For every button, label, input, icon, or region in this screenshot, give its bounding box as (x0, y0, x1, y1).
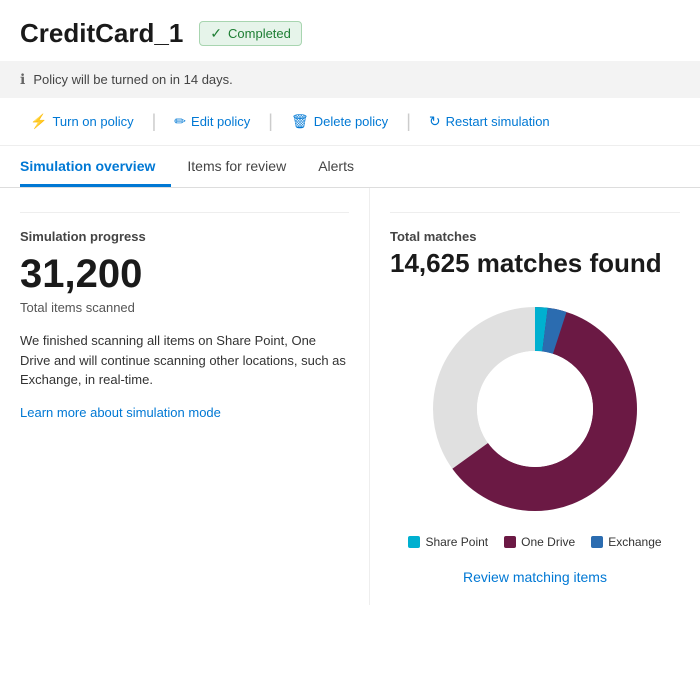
badge-label: Completed (228, 26, 291, 41)
legend-exchange: Exchange (591, 535, 661, 549)
tab-items-for-review[interactable]: Items for review (187, 146, 302, 187)
tab-alerts-label: Alerts (318, 158, 354, 174)
simulation-progress-label: Simulation progress (20, 229, 349, 244)
delete-policy-label: Delete policy (314, 114, 388, 129)
pencil-icon: ✏ (174, 113, 186, 130)
chart-legend: Share Point One Drive Exchange (390, 535, 680, 549)
total-matches-label: Total matches (390, 229, 680, 244)
banner-text: Policy will be turned on in 14 days. (33, 72, 232, 87)
divider (390, 212, 680, 213)
separator: | (406, 111, 411, 132)
sharepoint-legend-label: Share Point (425, 535, 488, 549)
divider (20, 212, 349, 213)
items-scanned-label: Total items scanned (20, 300, 349, 315)
info-banner: ℹ Policy will be turned on in 14 days. (0, 61, 700, 98)
learn-more-link[interactable]: Learn more about simulation mode (20, 405, 221, 420)
simulation-progress-panel: Simulation progress 31,200 Total items s… (0, 188, 370, 605)
lightning-icon: ⚡ (30, 113, 47, 130)
status-badge: ✓ Completed (199, 21, 302, 46)
turn-on-policy-button[interactable]: ⚡ Turn on policy (20, 108, 144, 135)
sharepoint-color-dot (408, 536, 420, 548)
restart-simulation-button[interactable]: ↻ Restart simulation (419, 108, 560, 135)
tab-bar: Simulation overview Items for review Ale… (0, 146, 700, 188)
info-icon: ℹ (20, 71, 25, 88)
onedrive-color-dot (504, 536, 516, 548)
total-matches-panel: Total matches 14,625 matches found (370, 188, 700, 605)
legend-sharepoint: Share Point (408, 535, 488, 549)
main-content: Simulation progress 31,200 Total items s… (0, 188, 700, 605)
legend-onedrive: One Drive (504, 535, 575, 549)
exchange-legend-label: Exchange (608, 535, 661, 549)
separator: | (268, 111, 273, 132)
edit-policy-label: Edit policy (191, 114, 250, 129)
page-title: CreditCard_1 (20, 18, 183, 49)
tab-alerts[interactable]: Alerts (318, 146, 370, 187)
donut-chart (425, 299, 645, 519)
tab-simulation-overview[interactable]: Simulation overview (20, 146, 171, 187)
scan-description: We finished scanning all items on Share … (20, 331, 349, 390)
matches-found-value: 14,625 matches found (390, 248, 680, 279)
tab-items-for-review-label: Items for review (187, 158, 286, 174)
edit-policy-button[interactable]: ✏ Edit policy (164, 108, 260, 135)
turn-on-policy-label: Turn on policy (52, 114, 133, 129)
restart-simulation-label: Restart simulation (446, 114, 550, 129)
onedrive-legend-label: One Drive (521, 535, 575, 549)
page-header: CreditCard_1 ✓ Completed (0, 0, 700, 61)
checkmark-icon: ✓ (210, 25, 222, 42)
toolbar: ⚡ Turn on policy | ✏ Edit policy | 🗑 Del… (0, 98, 700, 146)
review-matching-items-link[interactable]: Review matching items (390, 569, 680, 585)
trash-icon: 🗑 (291, 113, 309, 130)
delete-policy-button[interactable]: 🗑 Delete policy (281, 108, 398, 135)
exchange-color-dot (591, 536, 603, 548)
separator: | (152, 111, 157, 132)
restart-icon: ↻ (429, 113, 441, 130)
items-scanned-count: 31,200 (20, 252, 349, 296)
tab-simulation-overview-label: Simulation overview (20, 158, 155, 174)
